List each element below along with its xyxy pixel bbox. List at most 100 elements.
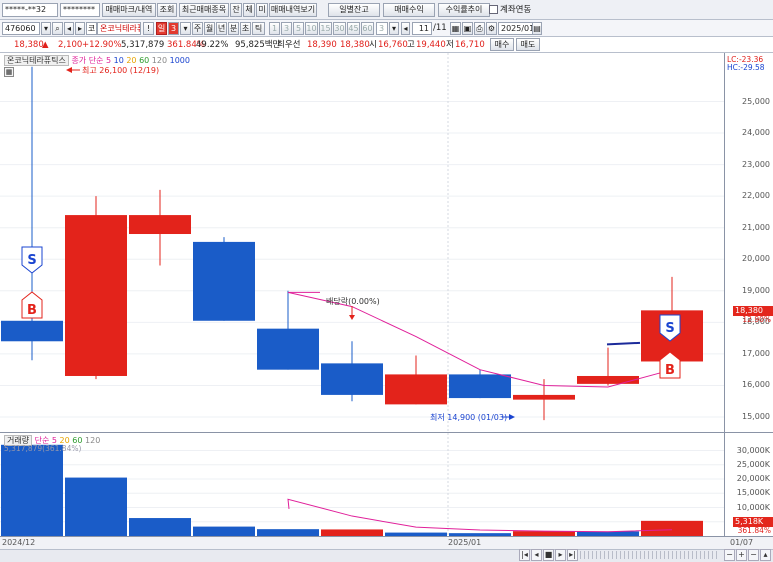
minute-10-button[interactable]: 10 <box>305 22 318 35</box>
price-tick-label: 22,000 <box>742 191 770 201</box>
buy-button[interactable]: 매수 <box>490 38 514 51</box>
scroll-next-icon[interactable]: ▸ <box>555 549 566 561</box>
reset-icon[interactable]: − <box>748 549 759 561</box>
scroll-left-icon[interactable]: ◂ <box>401 22 410 35</box>
date-mid: 2025/01 <box>448 538 482 547</box>
volume-bar <box>129 518 191 536</box>
volume-tick-label: 20,000K <box>736 474 770 483</box>
unexecuted-button[interactable]: 미 <box>256 3 268 17</box>
candlestick-chart[interactable]: S B S B 최고 26,100 (12/19) 최저 14,900 (01/03) 배당… <box>0 53 724 433</box>
buy-signal-2-letter: B <box>665 363 675 378</box>
stock-code-input[interactable]: 476060 <box>2 22 40 35</box>
prev-stock-icon[interactable]: ◂ <box>64 22 74 35</box>
period-dropdown-icon[interactable]: ▾ <box>180 22 191 35</box>
scroll-track[interactable] <box>580 551 720 559</box>
high-price: 19,440 <box>416 40 446 50</box>
zoom-in-icon[interactable]: + <box>736 549 747 561</box>
period-month-button[interactable]: 월 <box>204 22 215 35</box>
collapse-icon[interactable]: ▴ <box>760 549 771 561</box>
daily-balance-button[interactable]: 일별잔고 <box>328 3 380 17</box>
sell-button[interactable]: 매도 <box>516 38 540 51</box>
volume-tick-label: 10,000K <box>736 502 770 512</box>
chart-toolbar: 476060 ▾ ⌕ ◂ ▸ 코 온코닉테라퓨 ! 일 3 ▾ 주 월 년 분 … <box>0 20 773 37</box>
price-change-pct: +12.90% <box>82 40 122 50</box>
pause-icon[interactable]: ■ <box>543 549 554 561</box>
ma-period-1000: 1000 <box>167 56 190 65</box>
execution-button[interactable]: 체 <box>243 3 255 17</box>
period-minute-button[interactable]: 분 <box>228 22 239 35</box>
interval-input[interactable]: 3 <box>376 22 388 35</box>
ma-period-120: 120 <box>149 56 168 65</box>
count-total: /11 <box>433 23 447 33</box>
period-second-button[interactable]: 초 <box>240 22 251 35</box>
calendar-icon[interactable]: ▤ <box>532 22 542 35</box>
candle-body <box>449 374 511 399</box>
price-tick-label: 20,000 <box>742 254 770 264</box>
trade-history-button[interactable]: 매매내역보기 <box>269 3 317 17</box>
volume-bar <box>65 477 127 536</box>
ma-period-10: 10 <box>111 56 124 65</box>
period-multiplier[interactable]: 3 <box>168 22 179 35</box>
zoom-out-icon[interactable]: − <box>724 549 735 561</box>
volume-axis: 5,000K10,000K15,000K20,000K25,000K30,000… <box>724 433 773 536</box>
search-icon[interactable]: ⌕ <box>52 22 63 35</box>
stock-name-field[interactable]: 온코닉테라퓨 <box>97 22 141 35</box>
info-alert-button[interactable]: ! <box>143 22 154 35</box>
market-flag: 코 <box>86 22 97 35</box>
recent-items-button[interactable]: 최근매매종목 <box>179 3 229 17</box>
minute-15-button[interactable]: 15 <box>319 22 332 35</box>
volume-bar-chart[interactable] <box>0 433 724 536</box>
trade-mark-button[interactable]: 매매마크/내역 <box>102 3 156 17</box>
chart-menu-icon[interactable]: ▦ <box>4 67 14 77</box>
volume-overlay-text: 5,317,879(361.84%) <box>4 444 82 453</box>
candle-body <box>321 363 383 395</box>
candle-body <box>577 375 639 384</box>
code-dropdown-icon[interactable]: ▾ <box>41 22 51 35</box>
trade-profit-button[interactable]: 매매수익 <box>383 3 435 17</box>
count-input[interactable]: 11 <box>412 22 432 35</box>
minute-30-button[interactable]: 30 <box>333 22 346 35</box>
query-button[interactable]: 조회 <box>157 3 177 17</box>
hc-label: HC:-29.58 <box>727 63 765 72</box>
account-link-checkbox[interactable] <box>489 5 498 14</box>
save-icon[interactable]: ▣ <box>462 22 473 35</box>
price-chart-pane[interactable]: S B S B 최고 26,100 (12/19) 최저 14,900 (01/03) 배당… <box>0 53 724 433</box>
low-price: 16,710 <box>455 40 485 50</box>
password-field[interactable]: ******** <box>60 3 100 17</box>
period-year-button[interactable]: 년 <box>216 22 227 35</box>
period-tick-button[interactable]: 틱 <box>252 22 265 35</box>
volume-bar <box>257 529 319 536</box>
low-arrow-icon <box>509 414 515 420</box>
minute-60-button[interactable]: 60 <box>361 22 374 35</box>
settings-icon[interactable]: ⚙ <box>486 22 497 35</box>
scroll-prev-icon[interactable]: ◂ <box>531 549 542 561</box>
minute-45-button[interactable]: 45 <box>347 22 360 35</box>
period-week-button[interactable]: 주 <box>192 22 203 35</box>
grid-icon[interactable]: ▦ <box>450 22 461 35</box>
minute-5-button[interactable]: 5 <box>293 22 304 35</box>
next-stock-icon[interactable]: ▸ <box>75 22 85 35</box>
price-legend-name: 온코닉테라퓨틱스 <box>4 55 69 66</box>
minute-3-button[interactable]: 3 <box>281 22 292 35</box>
balance-button[interactable]: 잔 <box>230 3 242 17</box>
account-select[interactable]: *****-**32 <box>2 3 58 17</box>
period-day-button[interactable]: 일 <box>156 22 167 35</box>
scroll-first-icon[interactable]: |◂ <box>519 549 530 561</box>
minute-1-button[interactable]: 1 <box>269 22 280 35</box>
price-tick-label: 21,000 <box>742 222 770 232</box>
scroll-last-icon[interactable]: ▸| <box>567 549 578 561</box>
volume-tick-label: 15,000K <box>736 488 770 498</box>
volume-bar <box>641 520 703 536</box>
price-tick-label: 25,000 <box>742 96 770 106</box>
account-toolbar: *****-**32 ******** 매매마크/내역 조회 최근매매종목 잔 … <box>0 0 773 20</box>
return-trend-button[interactable]: 수익률추이 <box>438 3 490 17</box>
print-icon[interactable]: ⎙ <box>474 22 485 35</box>
candle-body <box>513 394 575 400</box>
candle-body <box>129 215 191 235</box>
interval-dropdown-icon[interactable]: ▾ <box>389 22 399 35</box>
price-tick-label: 15,000 <box>742 412 770 421</box>
price-tick-label: 24,000 <box>742 128 770 138</box>
indicator-line <box>606 341 641 346</box>
date-end: 01/07 <box>730 538 754 547</box>
volume-chart-pane[interactable]: 거래량 단순 5 20 60 120 5,317,879(361.84%) <box>0 433 724 536</box>
